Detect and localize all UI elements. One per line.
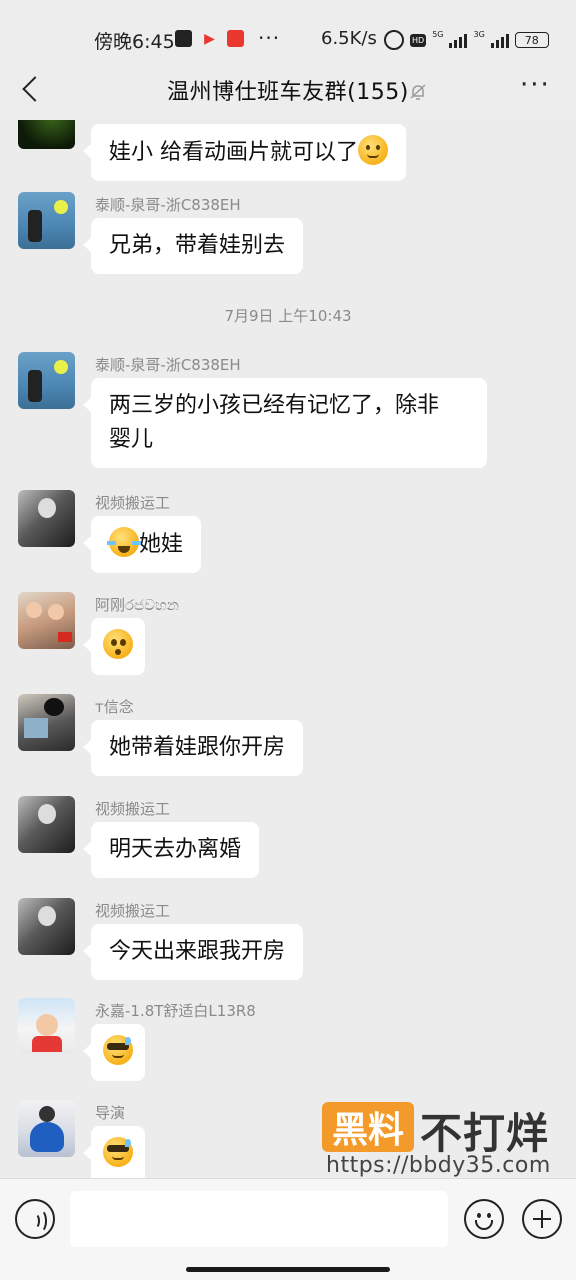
status-time: 傍晚6:45 [94, 31, 175, 53]
watermark-logo: 黑料 [322, 1102, 414, 1152]
message-bubble[interactable] [83, 1126, 145, 1178]
message-bubble[interactable]: 明天去办离婚 [82, 822, 260, 878]
network-type-5g: 5G [432, 30, 444, 39]
message-bubble[interactable]: 她娃 [82, 516, 202, 573]
watermark-text: 不打烊 [420, 1109, 550, 1158]
app-notification-icon [227, 30, 244, 47]
status-more-icon: ··· [258, 26, 281, 50]
sunglasses-sweat-face-icon [103, 1137, 133, 1167]
avatar[interactable] [18, 592, 75, 649]
message-bubble[interactable]: 今天出来跟我开房 [82, 924, 304, 980]
message-text: 她带着娃跟你开房 [109, 735, 286, 760]
laughing-crying-face-icon [107, 527, 141, 557]
avatar[interactable] [18, 490, 75, 547]
message-text: 她娃 [139, 532, 184, 557]
status-system-icons: HD 5G 3G 78 [384, 30, 549, 50]
avatar[interactable] [18, 352, 75, 409]
status-notification-icons: ▶ [175, 30, 244, 47]
message-bubble[interactable]: 她带着娃跟你开房 [82, 720, 304, 776]
voice-input-icon[interactable] [15, 1199, 55, 1239]
watermark-url: https://bbdy35.com [326, 1153, 551, 1178]
avatar[interactable] [18, 998, 75, 1055]
battery-icon: 78 [514, 32, 549, 48]
message-bubble[interactable] [83, 1024, 145, 1081]
sunglasses-sweat-face-icon [103, 1035, 133, 1065]
message-bubble[interactable]: 兄弟，带着娃别去 [82, 218, 304, 274]
message-text: 明天去办离婚 [109, 837, 242, 862]
message-text: 娃小 给看动画片就可以了 [109, 140, 358, 165]
message-input[interactable] [70, 1191, 448, 1247]
signal-icon [490, 32, 509, 48]
avatar[interactable] [18, 898, 75, 955]
signal-icon [449, 32, 468, 48]
hd-icon: HD [410, 33, 427, 47]
thinking-face-icon [358, 135, 388, 165]
sender-name: 阿刚රජවහන [95, 596, 179, 614]
avatar[interactable] [18, 192, 75, 249]
message-text: 婴儿 [109, 427, 154, 452]
sender-name: 泰顺-泉哥-浙C838EH [95, 356, 241, 374]
add-attachment-icon[interactable] [522, 1199, 562, 1239]
message-text: 兄弟，带着娃别去 [109, 233, 286, 258]
emoji-picker-icon[interactable] [464, 1199, 504, 1239]
avatar[interactable] [18, 1100, 75, 1157]
message-text: 今天出来跟我开房 [109, 939, 286, 964]
sender-name: 视频搬运工 [95, 494, 171, 512]
avatar[interactable] [18, 120, 75, 149]
play-icon: ▶ [204, 30, 215, 47]
sender-name: т信念 [95, 698, 134, 716]
network-type-3g: 3G [473, 30, 485, 39]
sender-name: 视频搬运工 [95, 800, 171, 818]
group-title: 温州博仕班车友群(155) [167, 80, 409, 105]
sender-name: 永嘉-1.8T舒适白L13R8 [95, 1002, 256, 1020]
mute-bell-icon [410, 84, 426, 100]
sender-name: 导演 [95, 1104, 126, 1122]
message-list[interactable]: 娃小 给看动画片就可以了 泰顺-泉哥-浙C838EH 兄弟，带着娃别去 7月9日… [0, 120, 576, 1178]
timestamp: 7月9日 上午10:43 [224, 307, 352, 325]
message-text: 两三岁的小孩已经有记忆了，除非 [109, 393, 440, 418]
message-bubble[interactable]: 两三岁的小孩已经有记忆了，除非 婴儿 [83, 378, 487, 468]
input-bar [0, 1178, 576, 1280]
chat-header: 温州博仕班车友群(155) ··· [0, 60, 576, 120]
sender-name: 视频搬运工 [95, 902, 171, 920]
message-bubble[interactable]: 娃小 给看动画片就可以了 [83, 124, 406, 181]
avatar[interactable] [18, 694, 75, 751]
surprised-face-icon [103, 629, 133, 659]
avatar[interactable] [18, 796, 75, 853]
more-options-icon[interactable]: ··· [520, 70, 551, 100]
alarm-icon [384, 30, 404, 50]
notification-icon [175, 30, 192, 47]
home-indicator[interactable] [186, 1267, 390, 1272]
message-bubble[interactable] [83, 618, 145, 675]
network-speed: 6.5K/s [321, 28, 377, 49]
sender-name: 泰顺-泉哥-浙C838EH [95, 196, 241, 214]
